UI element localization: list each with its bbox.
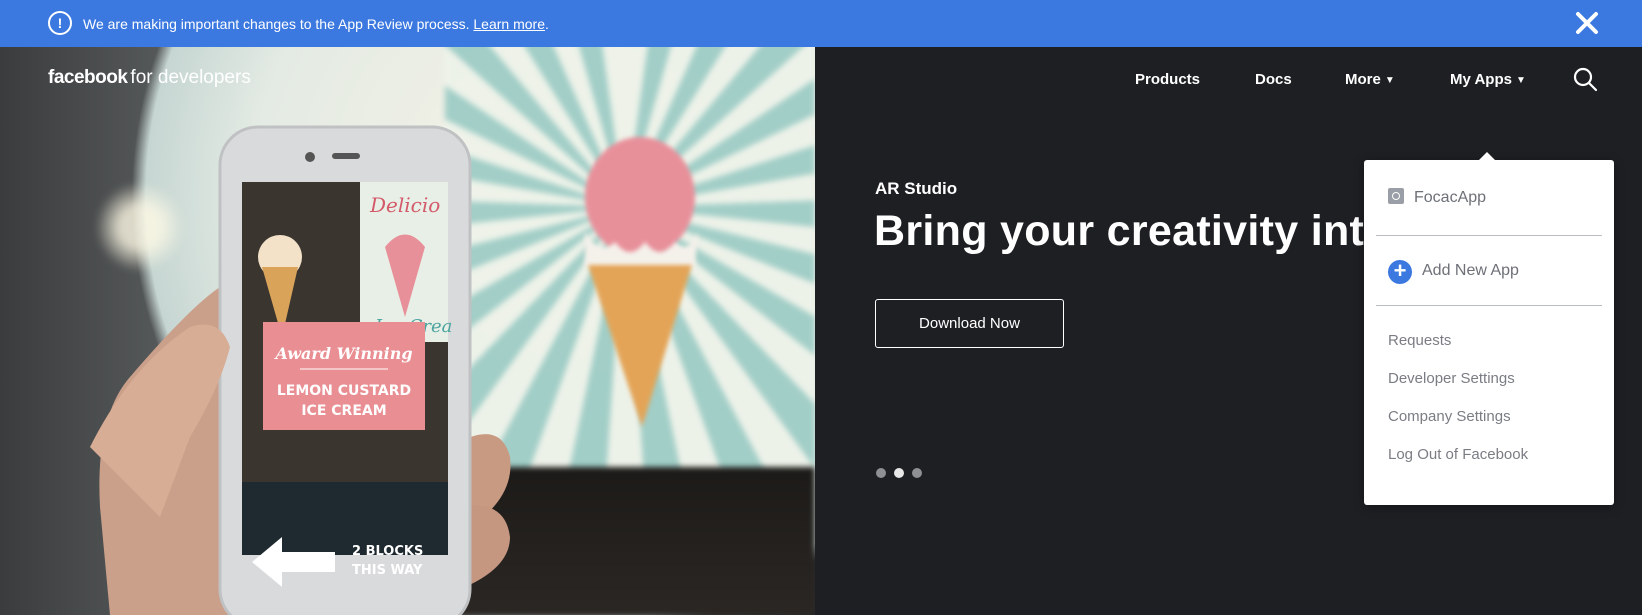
carousel-dot[interactable] <box>912 468 922 478</box>
facebook-developers-logo[interactable]: facebook for developers <box>48 67 251 89</box>
screen-blocks-line2: THIS WAY <box>352 563 423 578</box>
banner-text: We are making important changes to the A… <box>83 16 470 32</box>
carousel-dots <box>876 465 930 483</box>
learn-more-link[interactable]: Learn more <box>473 16 545 32</box>
close-icon[interactable] <box>1572 8 1602 38</box>
add-new-app-button[interactable]: + Add New App <box>1388 260 1519 284</box>
announcement-banner: ! We are making important changes to the… <box>0 0 1642 47</box>
logo-suffix: for developers <box>130 67 251 88</box>
add-new-app-label: Add New App <box>1422 262 1519 279</box>
menu-item-log-out[interactable]: Log Out of Facebook <box>1388 446 1528 463</box>
menu-item-company-settings[interactable]: Company Settings <box>1388 408 1511 425</box>
nav-docs-label: Docs <box>1255 71 1292 88</box>
screen-poster-top: Delicio <box>369 193 440 217</box>
phone-in-hand-illustration: Delicio Ice Crea Award Winning LEMON CUS… <box>90 125 511 615</box>
nav-products[interactable]: Products <box>1135 71 1200 88</box>
app-icon <box>1388 188 1404 204</box>
plus-icon: + <box>1388 260 1412 284</box>
poster-cone-illustration <box>585 137 698 427</box>
nav-my-apps-label: My Apps <box>1450 71 1512 88</box>
app-item-focacapp[interactable]: FocacApp <box>1388 188 1486 207</box>
screen-product-line2: ICE CREAM <box>301 403 386 419</box>
chevron-down-icon: ▼ <box>1515 75 1526 86</box>
screen-award-text: Award Winning <box>273 344 412 363</box>
carousel-dot-active[interactable] <box>894 468 904 478</box>
hero-eyebrow: AR Studio <box>875 179 958 198</box>
carousel-dot[interactable] <box>876 468 886 478</box>
info-icon: ! <box>48 11 72 35</box>
divider <box>1376 305 1602 306</box>
download-now-button[interactable]: Download Now <box>875 299 1064 348</box>
nav-more-label: More <box>1345 71 1381 88</box>
hero-headline: Bring your creativity into <box>874 207 1391 255</box>
banner-period: . <box>544 16 549 32</box>
nav-products-label: Products <box>1135 71 1201 88</box>
menu-item-requests[interactable]: Requests <box>1388 332 1451 349</box>
app-name: FocacApp <box>1414 189 1487 206</box>
menu-item-developer-settings[interactable]: Developer Settings <box>1388 370 1515 387</box>
divider <box>1376 235 1602 236</box>
search-icon[interactable] <box>1572 66 1598 92</box>
nav-docs[interactable]: Docs <box>1255 71 1292 88</box>
banner-message: We are making important changes to the A… <box>83 15 549 33</box>
hero-image: Delicio Ice Crea Award Winning LEMON CUS… <box>0 47 815 615</box>
logo-brand: facebook <box>48 67 128 88</box>
screen-blocks-line1: 2 BLOCKS <box>352 544 423 559</box>
hero-section: Delicio Ice Crea Award Winning LEMON CUS… <box>0 47 1642 615</box>
screen-product-line1: LEMON CUSTARD <box>277 383 411 399</box>
nav-my-apps[interactable]: My Apps ▼ <box>1450 71 1526 88</box>
chevron-down-icon: ▼ <box>1384 75 1395 86</box>
my-apps-dropdown: FocacApp + Add New App Requests Developer… <box>1364 152 1614 505</box>
nav-more[interactable]: More ▼ <box>1345 71 1395 88</box>
